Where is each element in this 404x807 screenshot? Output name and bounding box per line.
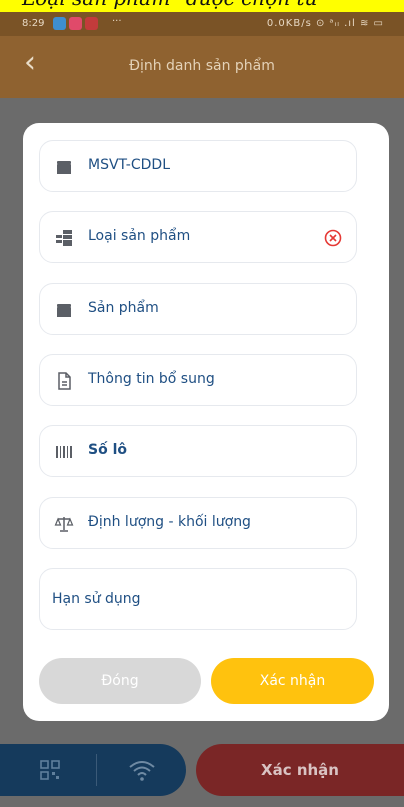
app-notification-icon xyxy=(85,17,98,30)
page-title: Định danh sản phẩm xyxy=(129,58,275,74)
confirm-button[interactable]: Xác nhận xyxy=(211,658,374,704)
status-time: 8:29 xyxy=(22,18,45,29)
field-label: Loại sản phẩm xyxy=(88,228,191,244)
clear-icon[interactable] xyxy=(324,229,342,251)
more-notifications-icon: ··· xyxy=(112,16,122,27)
status-bar: 8:29 ··· 0.0KB/s ⊙ ᵃᵢₗ .ıl ≋ ▭ xyxy=(0,12,404,36)
field-han-su-dung[interactable]: Hạn sử dụng xyxy=(39,568,357,630)
bottom-bar: Xác nhận xyxy=(0,744,404,796)
box-icon xyxy=(54,300,74,320)
bottom-left-group xyxy=(0,744,186,796)
notification-icons xyxy=(53,17,98,30)
scale-icon xyxy=(54,514,74,534)
caption-text: Loại sản phẩm" được chọn từ xyxy=(22,0,317,10)
caption-banner: Loại sản phẩm" được chọn từ xyxy=(0,0,404,12)
field-label: Thông tin bổ sung xyxy=(88,371,215,387)
field-msvt-cddl[interactable]: MSVT-CDDL xyxy=(39,140,357,192)
field-label: Sản phẩm xyxy=(88,300,159,316)
barcode-icon xyxy=(54,442,74,462)
field-dinh-luong[interactable]: Định lượng - khối lượng xyxy=(39,497,357,549)
status-right: 0.0KB/s ⊙ ᵃᵢₗ .ıl ≋ ▭ xyxy=(266,18,384,29)
category-icon xyxy=(54,228,74,248)
box-icon xyxy=(54,157,74,177)
field-thong-tin-bo-sung[interactable]: Thông tin bổ sung xyxy=(39,354,357,406)
bottom-divider xyxy=(96,754,97,786)
app-notification-icon xyxy=(53,17,66,30)
field-san-pham[interactable]: Sản phẩm xyxy=(39,283,357,335)
field-label: Hạn sử dụng xyxy=(52,591,141,607)
field-label: MSVT-CDDL xyxy=(88,157,170,173)
product-dialog: MSVT-CDDL Loại sản phẩm Sản phẩm Thông t… xyxy=(23,123,389,721)
qr-scan-icon[interactable] xyxy=(40,760,60,784)
field-so-lo[interactable]: Số lô xyxy=(39,425,357,477)
app-notification-icon xyxy=(69,17,82,30)
field-loai-san-pham[interactable]: Loại sản phẩm xyxy=(39,211,357,263)
wifi-icon[interactable] xyxy=(128,758,156,786)
close-button[interactable]: Đóng xyxy=(39,658,201,704)
bottom-confirm-button[interactable]: Xác nhận xyxy=(196,744,404,796)
document-icon xyxy=(54,371,74,391)
app-bar: ‹ Định danh sản phẩm xyxy=(0,36,404,98)
field-label: Số lô xyxy=(88,442,127,458)
field-label: Định lượng - khối lượng xyxy=(88,514,251,530)
